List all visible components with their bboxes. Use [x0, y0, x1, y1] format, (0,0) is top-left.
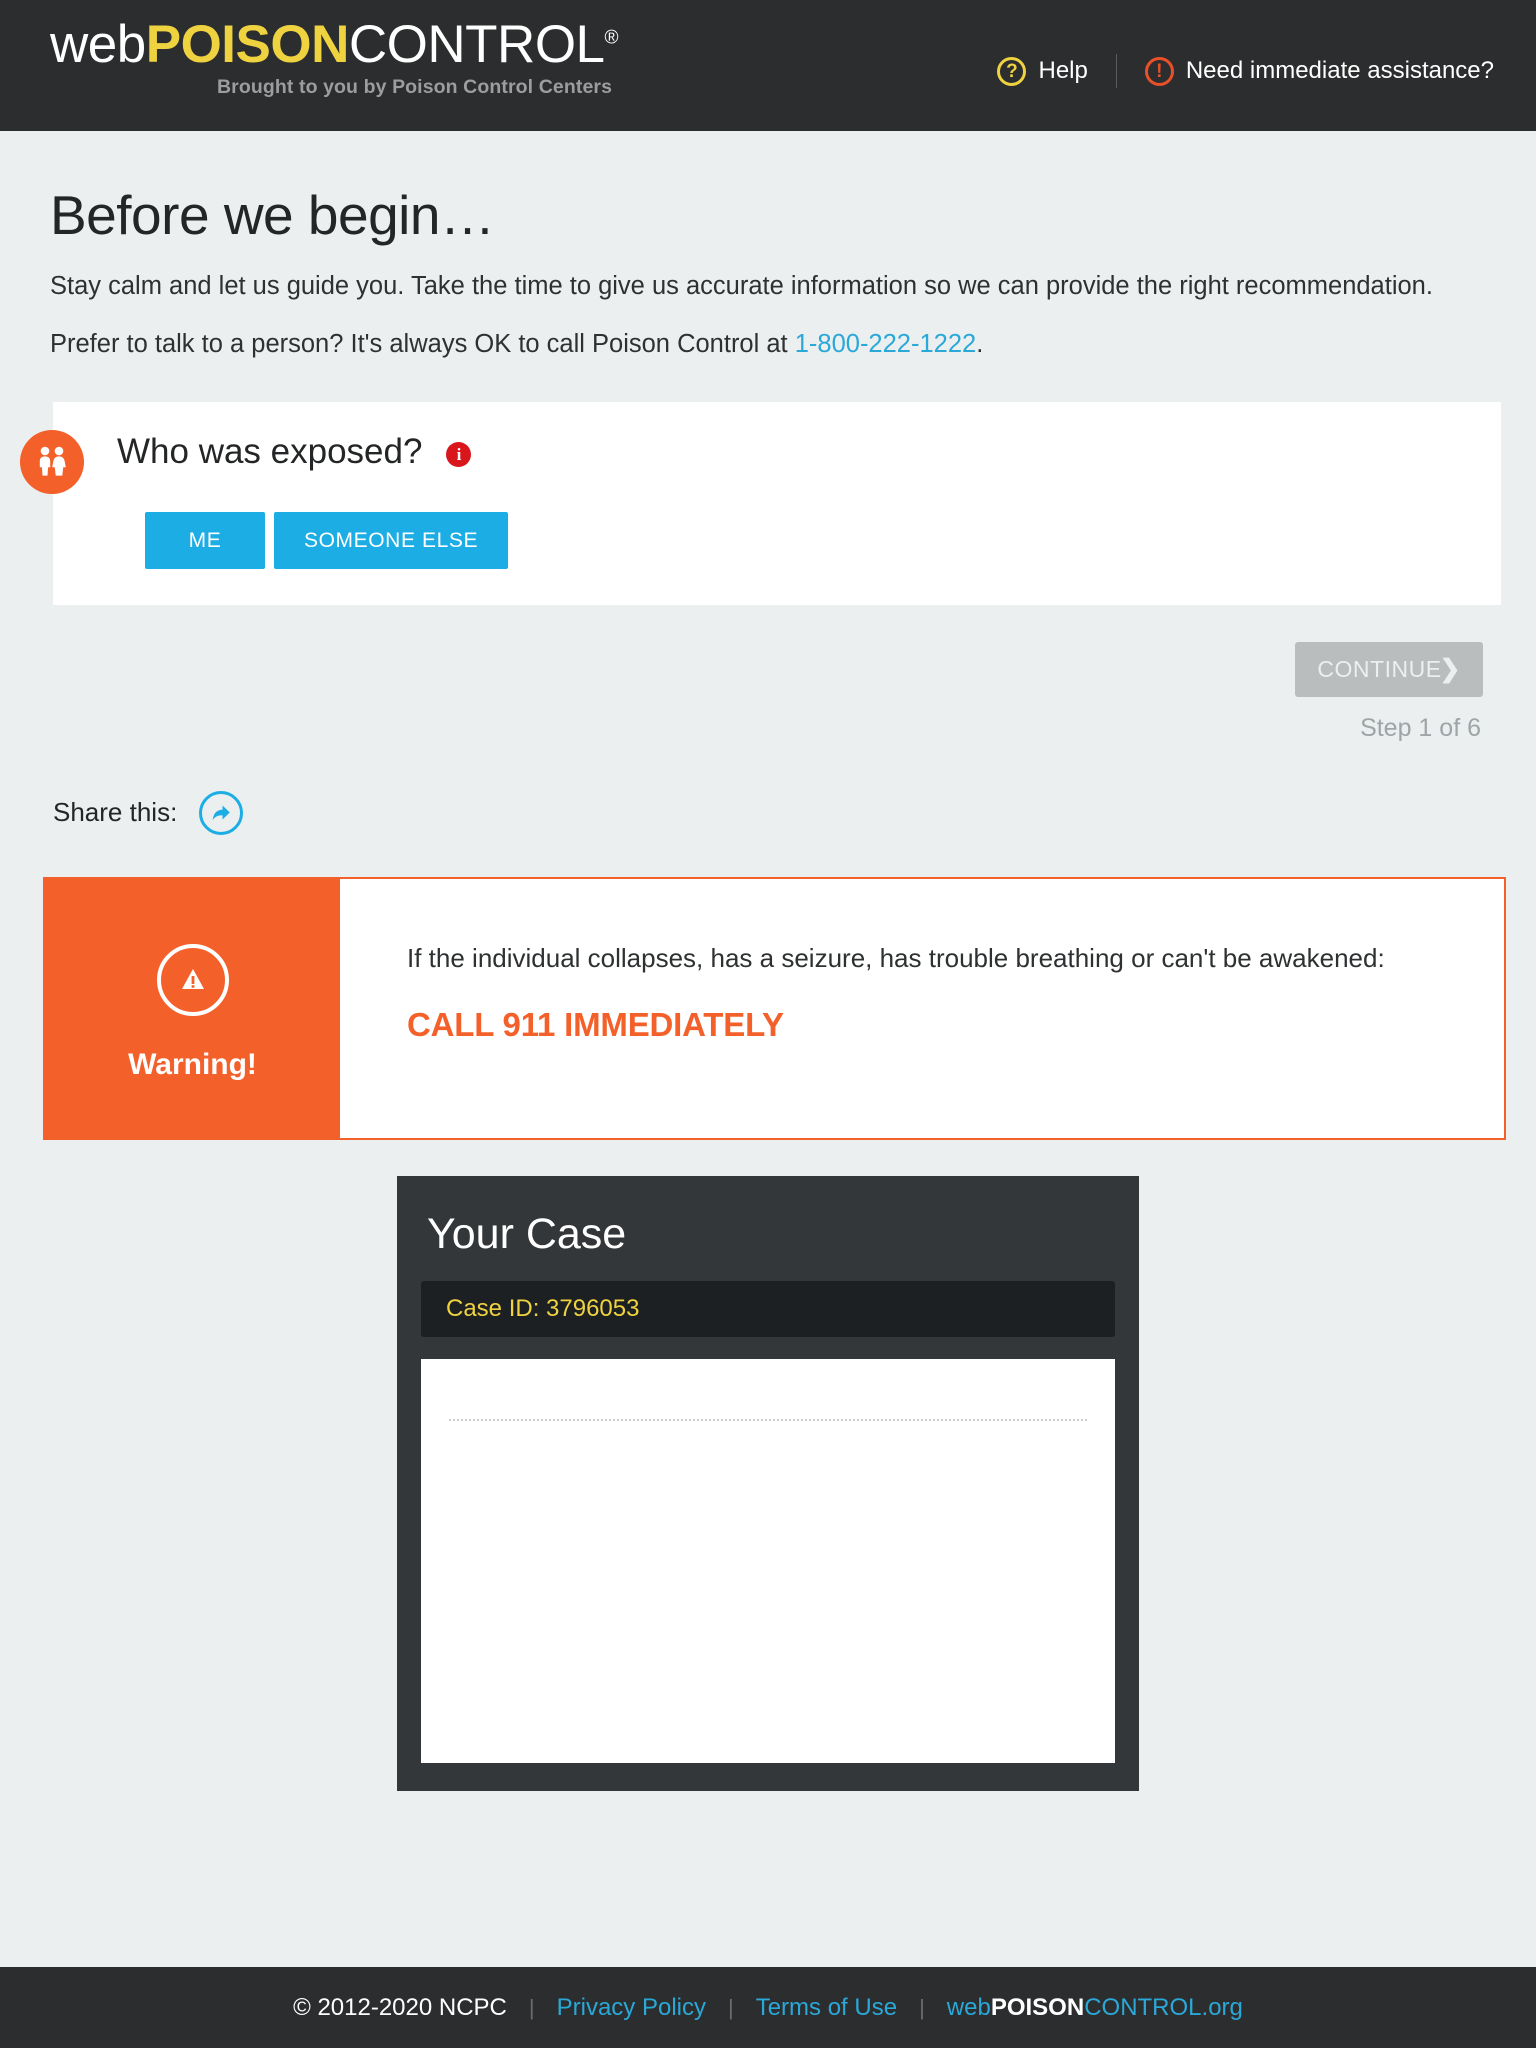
- brand-part-poison: POISON: [145, 15, 350, 74]
- footer-site-poison: POISON: [990, 1993, 1085, 2021]
- question-header: Who was exposed? i: [53, 432, 1501, 472]
- footer-separator-1: |: [528, 1994, 535, 2020]
- chevron-right-icon: ❯: [1439, 655, 1461, 684]
- site-header: webPOISONCONTROL® Brought to you by Pois…: [0, 0, 1536, 131]
- warning-left-panel: Warning!: [45, 878, 340, 1138]
- help-label: Help: [1038, 57, 1088, 84]
- site-footer: © 2012-2020 NCPC | Privacy Policy | Term…: [0, 1967, 1536, 2048]
- footer-privacy-policy-link[interactable]: Privacy Policy: [557, 1994, 706, 2022]
- question-card: Who was exposed? i ME SOMEONE ELSE: [20, 401, 1501, 605]
- brand-tagline: Brought to you by Poison Control Centers: [216, 76, 613, 98]
- brand-part-web: web: [50, 15, 146, 74]
- case-id-text: Case ID: 3796053: [446, 1294, 640, 1322]
- footer-separator-2: |: [727, 1994, 734, 2020]
- two-people-icon: [20, 429, 84, 494]
- option-button-someone-else[interactable]: SOMEONE ELSE: [274, 511, 509, 569]
- step-row: Step 1 of 6: [50, 714, 1486, 743]
- intro-paragraph-1: Stay calm and let us guide you. Take the…: [50, 272, 1433, 300]
- immediate-assistance-link[interactable]: ! Need immediate assistance?: [1144, 56, 1494, 86]
- your-case-panel: Your Case Case ID: 3796053: [397, 1175, 1139, 1791]
- footer-copyright: © 2012-2020 NCPC: [293, 1993, 507, 2021]
- footer-site-control: CONTROL.org: [1084, 1993, 1243, 2021]
- poison-control-phone-link[interactable]: 1-800-222-1222: [795, 330, 976, 358]
- help-link[interactable]: ? Help: [997, 56, 1088, 86]
- header-actions: ? Help ! Need immediate assistance?: [997, 54, 1494, 88]
- brand-part-control: CONTROL: [348, 15, 605, 74]
- question-circle-icon: ?: [997, 56, 1027, 86]
- warning-box: Warning! If the individual collapses, ha…: [43, 876, 1506, 1140]
- case-summary-body: [421, 1358, 1115, 1763]
- case-wrapper: Your Case Case ID: 3796053: [50, 1175, 1486, 1791]
- footer-separator-3: |: [919, 1994, 925, 2020]
- continue-button[interactable]: CONTINUE ❯: [1295, 641, 1483, 697]
- question-options: ME SOMEONE ELSE: [53, 511, 1501, 569]
- warning-right-panel: If the individual collapses, has a seizu…: [340, 879, 1504, 1138]
- option-button-me[interactable]: ME: [145, 511, 265, 569]
- warning-body-text: If the individual collapses, has a seizu…: [407, 942, 1385, 973]
- share-arrow-icon[interactable]: [199, 790, 244, 835]
- step-indicator: Step 1 of 6: [1360, 713, 1481, 742]
- footer-site-link[interactable]: webPOISONCONTROL.org: [947, 1994, 1243, 2022]
- case-divider: [449, 1418, 1087, 1421]
- registered-mark: ®: [604, 27, 619, 49]
- footer-site-web: web: [946, 1993, 991, 2021]
- header-divider: [1115, 54, 1117, 88]
- case-id-bar: Case ID: 3796053: [421, 1280, 1115, 1337]
- intro-paragraph-2: Prefer to talk to a person? It's always …: [50, 327, 1486, 361]
- brand-title: webPOISONCONTROL®: [50, 15, 619, 74]
- footer-terms-of-use-link[interactable]: Terms of Use: [756, 1994, 897, 2022]
- intro-text-before-phone: Prefer to talk to a person? It's always …: [50, 330, 795, 359]
- page-title: Before we begin…: [50, 184, 495, 246]
- share-row: Share this:: [50, 790, 1486, 835]
- page-root: webPOISONCONTROL® Brought to you by Pois…: [0, 0, 1536, 2048]
- exclamation-circle-icon: !: [1144, 56, 1174, 86]
- share-label: Share this:: [53, 797, 178, 828]
- info-icon[interactable]: i: [446, 442, 472, 468]
- question-text: Who was exposed?: [117, 431, 423, 471]
- warning-call-911: CALL 911 IMMEDIATELY: [407, 1005, 784, 1043]
- assistance-label: Need immediate assistance?: [1185, 57, 1494, 84]
- intro-text-after-phone: .: [976, 330, 984, 359]
- continue-label: CONTINUE: [1317, 655, 1442, 682]
- brand-logo[interactable]: webPOISONCONTROL® Brought to you by Pois…: [0, 0, 619, 99]
- continue-row: CONTINUE ❯: [50, 641, 1486, 697]
- main-content: Before we begin… Stay calm and let us gu…: [0, 131, 1536, 1911]
- warning-heading: Warning!: [128, 1048, 257, 1082]
- case-panel-title: Your Case: [427, 1209, 627, 1258]
- warning-triangle-icon: [156, 944, 229, 1017]
